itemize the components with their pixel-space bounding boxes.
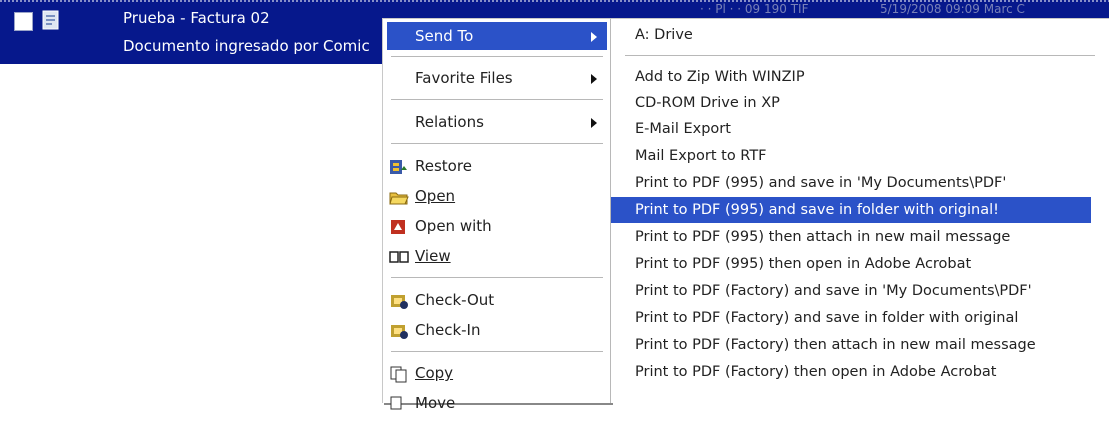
submenu-item-cdrom-xp[interactable]: CD-ROM Drive in XP — [611, 90, 1091, 116]
menu-separator — [391, 56, 603, 57]
menu-item-label: Favorite Files — [415, 69, 513, 87]
submenu-item-pdffactory-save-mydocs[interactable]: Print to PDF (Factory) and save in 'My D… — [611, 278, 1091, 304]
submenu-item-pdf995-open-acrobat[interactable]: Print to PDF (995) then open in Adobe Ac… — [611, 251, 1091, 277]
check-in-icon — [389, 321, 409, 339]
view-icon — [389, 247, 409, 265]
menu-item-view[interactable]: View — [387, 242, 607, 270]
menu-item-open[interactable]: Open — [387, 182, 607, 210]
menu-item-label: Open — [415, 187, 456, 205]
submenu-item-pdffactory-open-acrobat[interactable]: Print to PDF (Factory) then open in Adob… — [611, 359, 1091, 385]
submenu-item-pdf995-save-with-original[interactable]: Print to PDF (995) and save in folder wi… — [611, 197, 1091, 223]
menu-item-favorite-files[interactable]: Favorite Files — [387, 64, 607, 92]
copy-icon — [389, 364, 409, 383]
menu-item-move[interactable]: Move — [387, 389, 607, 417]
menu-item-label: Relations — [415, 113, 484, 131]
row-checkbox[interactable] — [14, 12, 33, 31]
document-icon — [40, 9, 62, 35]
submenu-separator — [625, 55, 1095, 56]
submenu-arrow-icon — [591, 118, 597, 128]
menu-item-check-in[interactable]: Check-In — [387, 316, 607, 344]
menu-separator — [391, 143, 603, 144]
menu-item-label: Restore — [415, 157, 472, 175]
file-type-column: · · Pl · · 09 190 TIF — [700, 2, 809, 16]
restore-icon — [389, 157, 409, 175]
submenu-item-a-drive[interactable]: A: Drive — [611, 22, 1091, 48]
context-menu: Send To Favorite Files Relations Restore — [382, 18, 611, 412]
menu-item-label: View — [415, 247, 451, 265]
submenu-arrow-icon — [591, 32, 597, 42]
submenu-item-mail-export-rtf[interactable]: Mail Export to RTF — [611, 143, 1091, 169]
menu-item-send-to[interactable]: Send To — [387, 22, 607, 50]
menu-item-label: Open with — [415, 217, 492, 235]
menu-item-label: Check-In — [415, 321, 481, 339]
menu-item-check-out[interactable]: Check-Out — [387, 286, 607, 314]
send-to-submenu: A: Drive Add to Zip With WINZIP CD-ROM D… — [610, 18, 1109, 403]
submenu-item-email-export[interactable]: E-Mail Export — [611, 116, 1091, 142]
menu-separator — [391, 99, 603, 100]
menu-item-relations[interactable]: Relations — [387, 108, 607, 136]
file-date-column: 5/19/2008 09:09 Marc C — [880, 2, 1025, 16]
menu-item-restore[interactable]: Restore — [387, 152, 607, 180]
submenu-arrow-icon — [591, 74, 597, 84]
submenu-item-pdffactory-save-with-original[interactable]: Print to PDF (Factory) and save in folde… — [611, 305, 1091, 331]
menu-item-label: Copy — [415, 364, 454, 382]
open-folder-icon — [389, 187, 409, 205]
file-name: Prueba - Factura 02 — [123, 9, 270, 27]
menu-item-label: Send To — [415, 27, 474, 45]
submenu-item-zip-winzip[interactable]: Add to Zip With WINZIP — [611, 64, 1091, 90]
menu-item-label: Check-Out — [415, 291, 495, 309]
menu-separator — [391, 351, 603, 352]
check-out-icon — [389, 291, 409, 309]
menu-item-open-with[interactable]: Open with — [387, 212, 607, 240]
submenu-item-pdf995-save-mydocs[interactable]: Print to PDF (995) and save in 'My Docum… — [611, 170, 1091, 196]
open-with-icon — [389, 217, 409, 235]
move-icon — [389, 394, 409, 412]
submenu-item-pdf995-attach-mail[interactable]: Print to PDF (995) then attach in new ma… — [611, 224, 1091, 250]
menu-item-copy[interactable]: Copy — [387, 359, 607, 387]
menu-separator — [391, 277, 603, 278]
submenu-item-pdffactory-attach-mail[interactable]: Print to PDF (Factory) then attach in ne… — [611, 332, 1091, 358]
menu-item-label: Move — [415, 394, 456, 412]
file-description: Documento ingresado por Comic — [123, 37, 370, 55]
